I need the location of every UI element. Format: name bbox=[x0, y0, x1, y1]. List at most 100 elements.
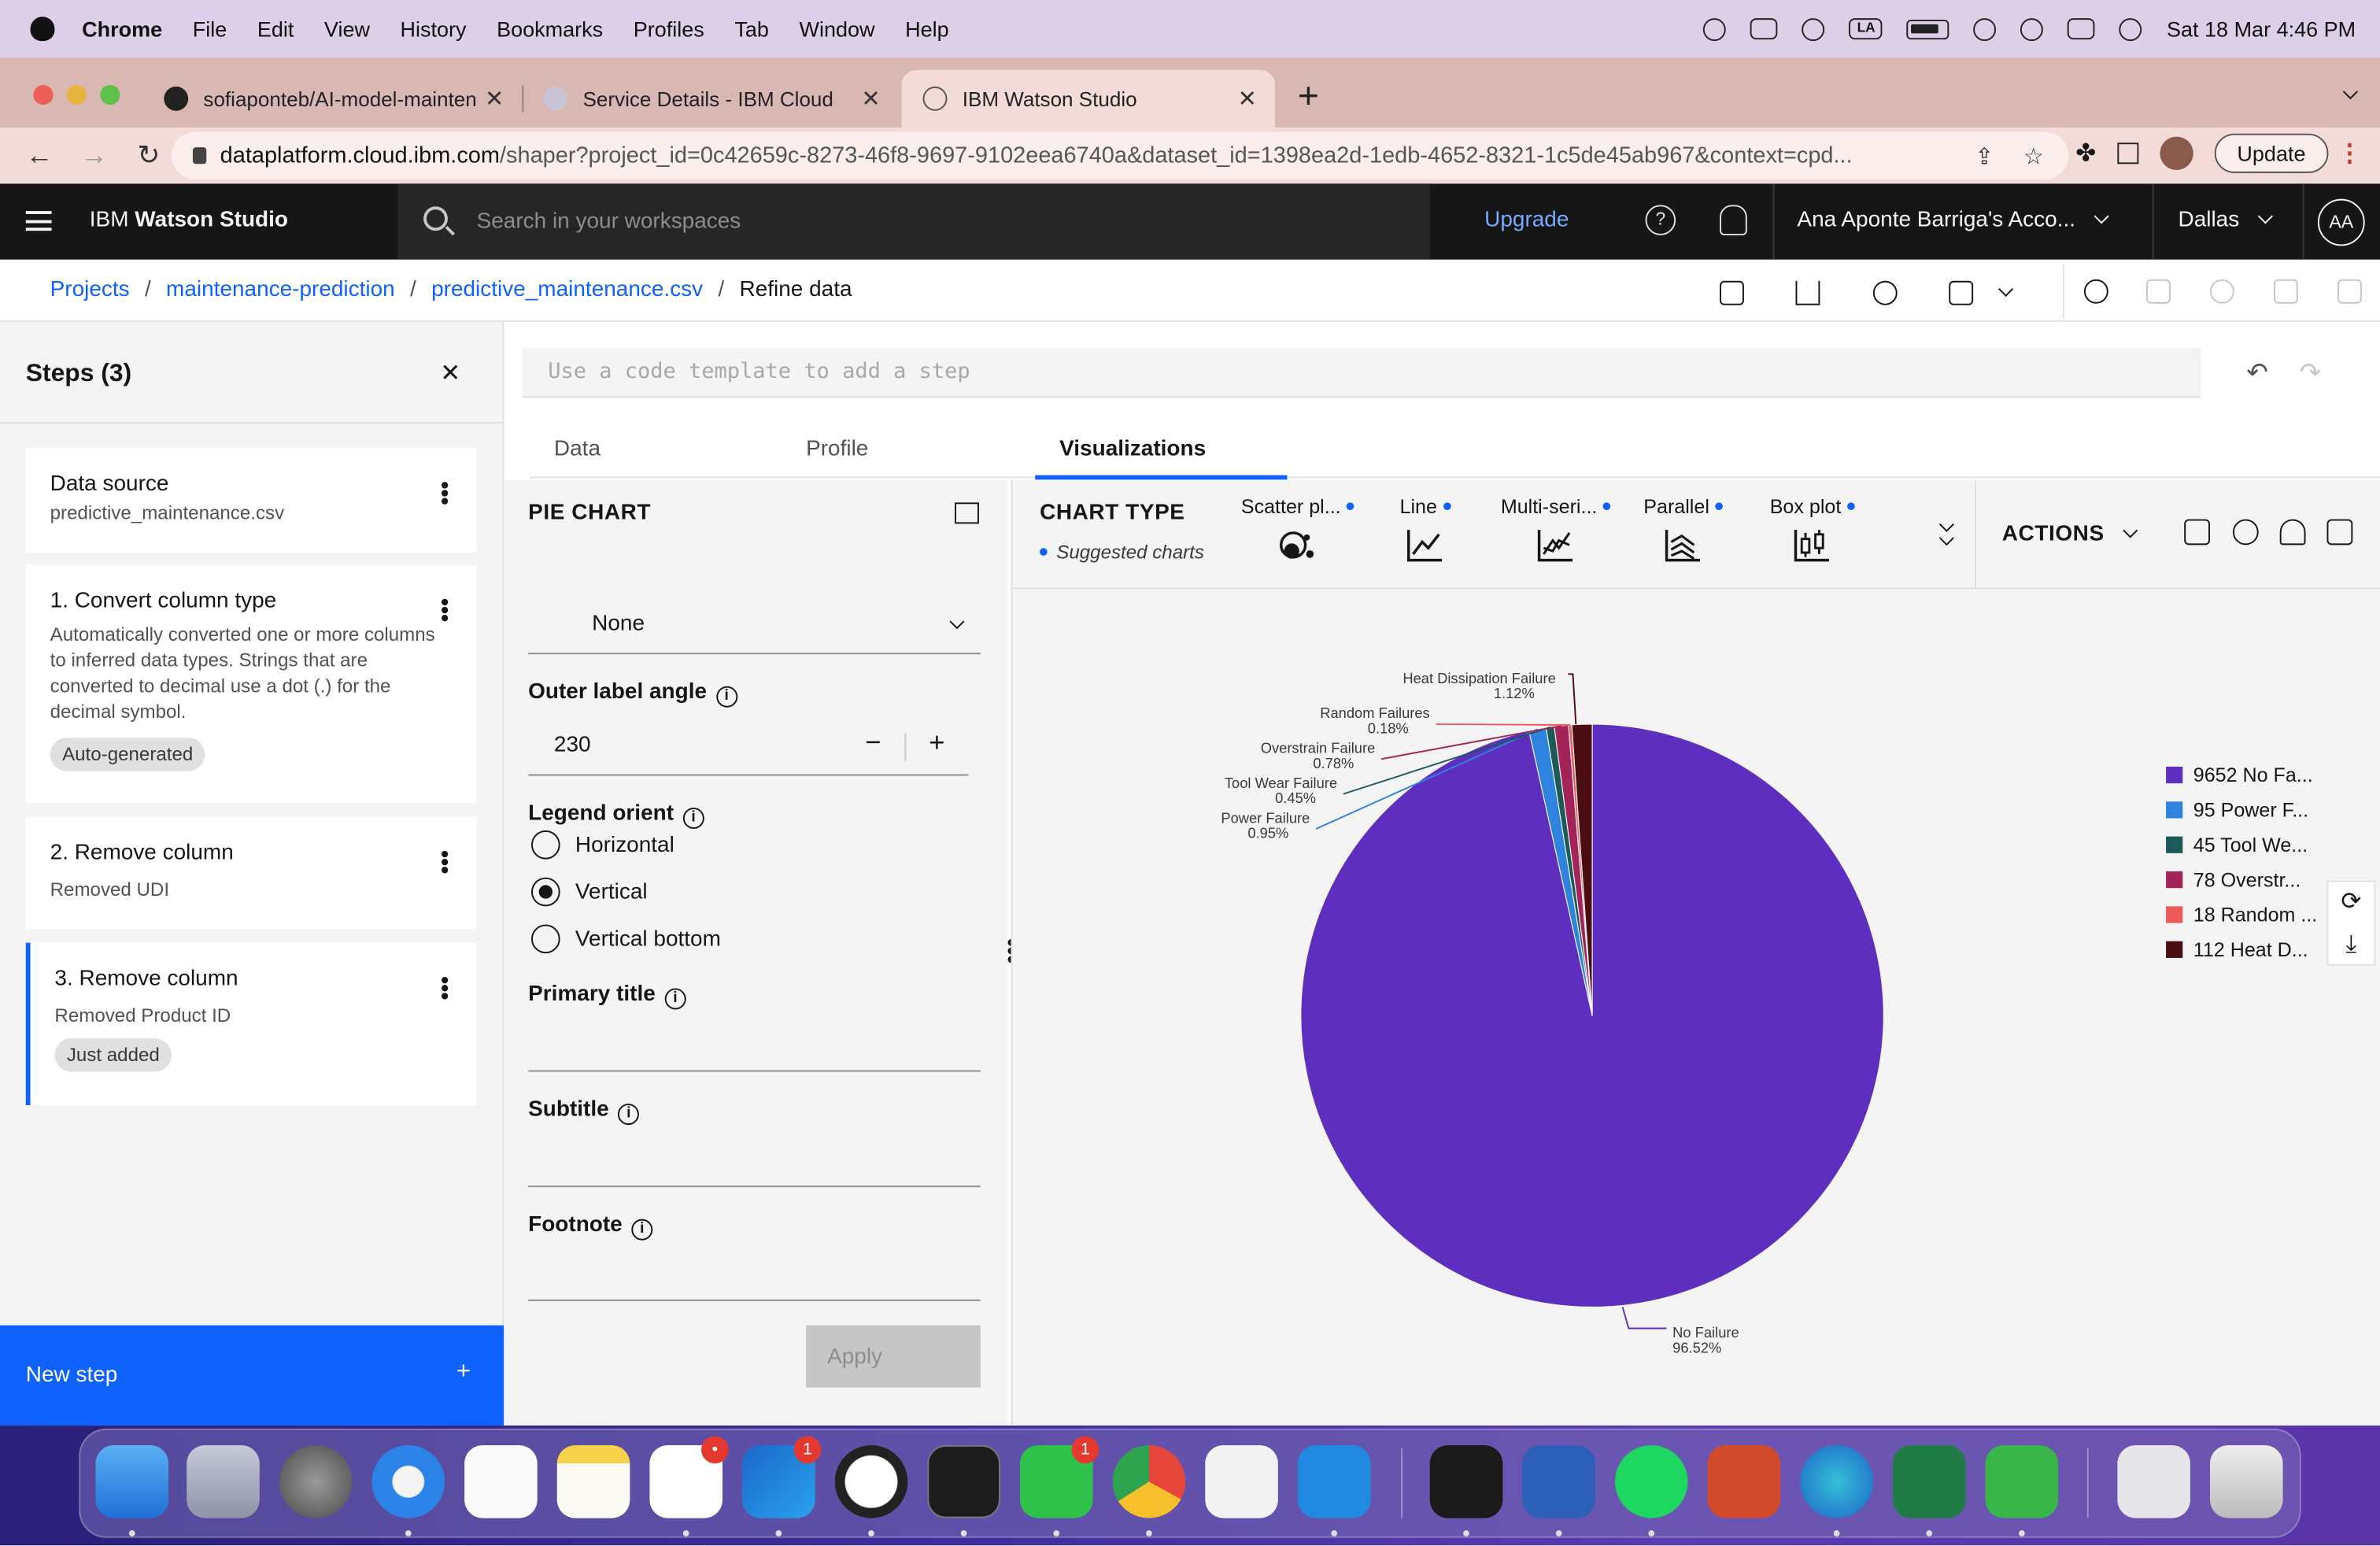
spotify-icon[interactable] bbox=[1614, 1444, 1688, 1518]
play-status-icon[interactable] bbox=[1802, 17, 1826, 41]
close-steps-icon[interactable]: ✕ bbox=[440, 358, 460, 389]
step-card-data-source[interactable]: Data source predictive_maintenance.csv •… bbox=[25, 447, 477, 553]
radio-vertical-bottom[interactable]: Vertical bottom bbox=[530, 924, 721, 954]
workspace-search-input[interactable]: Search in your workspaces bbox=[397, 183, 1430, 260]
safari-icon[interactable] bbox=[371, 1444, 445, 1518]
bookmark-star-icon[interactable]: ☆ bbox=[2023, 142, 2044, 170]
overflow-menu-icon[interactable]: ••• bbox=[431, 598, 457, 622]
legend-item[interactable]: 45 Tool We... bbox=[2166, 827, 2317, 862]
webex-icon[interactable] bbox=[1429, 1444, 1503, 1518]
chrome-icon[interactable] bbox=[1112, 1444, 1186, 1518]
outer-label-angle-input[interactable]: 230 − + bbox=[528, 718, 969, 776]
slack-icon[interactable]: • bbox=[649, 1436, 729, 1518]
tab-profile[interactable]: Profile bbox=[806, 437, 868, 461]
new-tab-button[interactable]: + bbox=[1298, 76, 1319, 118]
terminal-icon[interactable] bbox=[927, 1444, 1000, 1518]
control-center-icon[interactable] bbox=[2068, 18, 2096, 40]
word-icon[interactable] bbox=[1522, 1444, 1595, 1518]
radio-horizontal[interactable]: Horizontal bbox=[530, 830, 674, 860]
menu-app[interactable]: Chrome bbox=[82, 17, 162, 41]
save-icon[interactable] bbox=[1720, 280, 1744, 305]
primary-title-input[interactable] bbox=[528, 1070, 981, 1072]
info-icon[interactable] bbox=[2083, 279, 2108, 304]
profile-avatar[interactable] bbox=[2160, 136, 2193, 170]
settings-gear-icon[interactable] bbox=[1872, 280, 1898, 305]
tab-visualizations[interactable]: Visualizations bbox=[1059, 437, 1206, 461]
menu-profiles[interactable]: Profiles bbox=[634, 17, 704, 41]
back-arrow-icon[interactable]: ← bbox=[24, 139, 55, 171]
menu-tab[interactable]: Tab bbox=[734, 17, 769, 41]
close-window-button[interactable] bbox=[33, 84, 54, 105]
job-menu-chevron-icon[interactable] bbox=[1998, 279, 2014, 307]
input-source-indicator[interactable]: LA bbox=[1849, 18, 1883, 40]
browser-tab-watson-studio[interactable]: IBM Watson Studio ✕ bbox=[901, 69, 1275, 128]
breadcrumb-projects[interactable]: Projects bbox=[50, 278, 130, 302]
address-bar[interactable]: dataplatform.cloud.ibm.com/shaper?projec… bbox=[171, 131, 2069, 179]
info-icon[interactable]: i bbox=[618, 1104, 640, 1126]
rotate-icon[interactable]: ⟳ bbox=[2328, 882, 2374, 924]
finder-icon[interactable] bbox=[95, 1444, 169, 1518]
breadcrumb-project[interactable]: maintenance-prediction bbox=[166, 278, 395, 302]
chart-type-box-plot[interactable]: Box plot bbox=[1762, 495, 1862, 564]
chart-type-multi-series[interactable]: Multi-seri... bbox=[1495, 495, 1617, 564]
outlook-icon[interactable]: 1 bbox=[742, 1436, 822, 1518]
new-step-button[interactable]: New step + bbox=[0, 1325, 504, 1426]
overflow-menu-icon[interactable]: ••• bbox=[431, 850, 457, 874]
hamburger-menu-icon[interactable] bbox=[25, 211, 52, 231]
schedule-job-icon[interactable] bbox=[1949, 280, 1974, 305]
textedit-icon[interactable] bbox=[1205, 1444, 1278, 1518]
menu-bookmarks[interactable]: Bookmarks bbox=[497, 17, 603, 41]
user-avatar[interactable]: AA bbox=[2317, 198, 2365, 246]
spotlight-search-icon[interactable] bbox=[2020, 17, 2044, 41]
powerpoint-icon[interactable] bbox=[1707, 1444, 1781, 1518]
menu-help[interactable]: Help bbox=[905, 17, 949, 41]
clock[interactable]: Sat 18 Mar 4:46 PM bbox=[2167, 17, 2356, 41]
product-name[interactable]: IBM Watson Studio bbox=[90, 208, 288, 232]
step-card-2[interactable]: 2. Remove column Removed UDI ••• bbox=[25, 816, 477, 930]
extensions-puzzle-icon[interactable]: ✤ bbox=[2075, 138, 2096, 168]
actions-menu[interactable]: ACTIONS bbox=[2002, 522, 2138, 546]
battery-icon[interactable] bbox=[1907, 19, 1950, 39]
menu-history[interactable]: History bbox=[401, 17, 467, 41]
launchpad-icon[interactable] bbox=[187, 1444, 260, 1518]
menu-file[interactable]: File bbox=[193, 17, 227, 41]
browser-menu-icon[interactable]: ⋮ bbox=[2338, 138, 2362, 168]
legend-item[interactable]: 18 Random ... bbox=[2166, 897, 2317, 932]
legend-item[interactable]: 9652 No Fa... bbox=[2166, 757, 2317, 792]
code-template-input[interactable]: Use a code template to add a step bbox=[522, 347, 2201, 398]
export-icon[interactable] bbox=[1795, 280, 1820, 305]
tab-search-chevron-icon[interactable] bbox=[2342, 82, 2358, 106]
reminders-icon[interactable] bbox=[464, 1444, 538, 1518]
radio-vertical[interactable]: Vertical bbox=[530, 877, 648, 907]
edge-icon[interactable] bbox=[1800, 1444, 1873, 1518]
zoom-window-button[interactable] bbox=[100, 84, 120, 105]
numbers-icon[interactable] bbox=[1985, 1444, 2059, 1518]
apply-button[interactable]: Apply bbox=[806, 1325, 981, 1388]
overflow-menu-icon[interactable]: ••• bbox=[431, 976, 457, 1000]
upgrade-link[interactable]: Upgrade bbox=[1484, 208, 1569, 232]
notification-bell-icon[interactable] bbox=[1720, 205, 1747, 235]
reload-icon[interactable]: ↻ bbox=[134, 139, 164, 171]
screenshot-folder-icon[interactable] bbox=[2117, 1444, 2190, 1518]
column-select[interactable]: None bbox=[528, 589, 981, 655]
status-app-icon[interactable] bbox=[1703, 17, 1727, 41]
chart-type-scatter[interactable]: Scatter pl... bbox=[1237, 495, 1358, 564]
footnote-input[interactable] bbox=[528, 1299, 981, 1301]
side-panel-icon[interactable] bbox=[2117, 142, 2139, 165]
lock-icon[interactable] bbox=[192, 147, 207, 165]
download-icon[interactable]: ⤓ bbox=[2328, 924, 2374, 967]
tag-icon[interactable] bbox=[2184, 519, 2210, 546]
update-button[interactable]: Update bbox=[2214, 133, 2329, 173]
menu-window[interactable]: Window bbox=[799, 17, 874, 41]
subtitle-input[interactable] bbox=[528, 1185, 981, 1188]
siri-icon[interactable] bbox=[2119, 17, 2143, 41]
info-icon[interactable]: i bbox=[715, 686, 737, 708]
decrement-button[interactable]: − bbox=[865, 727, 881, 760]
share-icon[interactable]: ⇪ bbox=[1975, 142, 1994, 170]
close-tab-icon[interactable]: ✕ bbox=[861, 85, 880, 113]
notes-icon[interactable] bbox=[556, 1444, 630, 1518]
legend-item[interactable]: 78 Overstr... bbox=[2166, 862, 2317, 897]
browser-tab-github[interactable]: sofiaponteb/AI-model-mainten ✕ bbox=[142, 70, 524, 128]
step-card-1[interactable]: 1. Convert column type Automatically con… bbox=[25, 564, 477, 804]
overflow-menu-icon[interactable]: ••• bbox=[431, 481, 457, 505]
